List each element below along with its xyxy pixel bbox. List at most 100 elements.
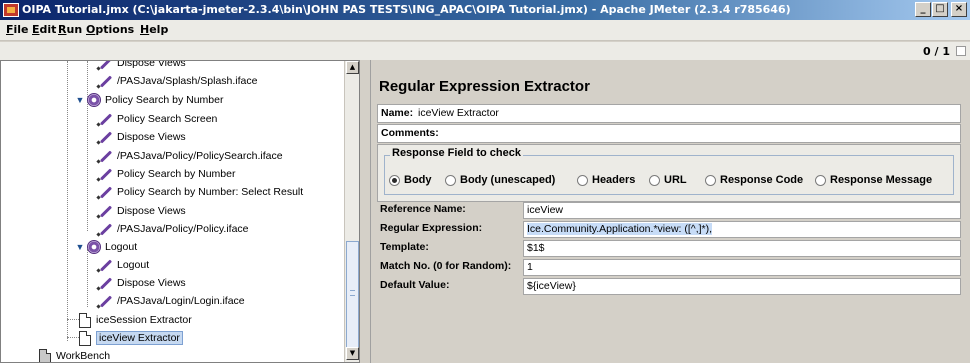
comments-field-row: Comments: [377, 124, 961, 143]
tree-item[interactable]: Dispose Views [97, 202, 186, 220]
tree-item[interactable]: Policy Search Screen [97, 110, 217, 128]
name-field-row: Name: iceView Extractor [377, 104, 961, 123]
editor-title: Regular Expression Extractor [379, 78, 590, 95]
test-plan-tree[interactable]: Dispose Views /PASJava/Splash/Splash.ifa… [0, 60, 360, 363]
tree-item[interactable]: Dispose Views [97, 128, 186, 146]
tree-item-label: Policy Search by Number: Select Result [117, 186, 304, 198]
collapse-toggle-icon[interactable]: ▼ [75, 242, 85, 252]
jmeter-app-icon [3, 3, 19, 17]
regex-selected-text: Ice.Community.Application.*view: ([^,]*)… [527, 223, 713, 235]
default-value-input[interactable]: ${iceView} [523, 278, 961, 295]
radio-selected-icon [389, 174, 400, 186]
menu-help[interactable]: Help [140, 23, 168, 36]
template-input[interactable]: $1$ [523, 240, 961, 257]
sampler-icon [97, 112, 113, 126]
name-input[interactable]: iceView Extractor [418, 107, 499, 119]
tree-item-label: /PASJava/Login/Login.iface [117, 295, 245, 307]
sampler-icon [97, 276, 113, 290]
sampler-icon [97, 74, 113, 88]
template-label: Template: [380, 241, 429, 253]
tree-item-label: Dispose Views [117, 277, 186, 289]
tree-item-label: Logout [105, 241, 138, 253]
regex-input[interactable]: Ice.Community.Application.*view: ([^,]*)… [523, 221, 961, 238]
menu-run[interactable]: Run [58, 23, 82, 36]
menu-file[interactable]: File [6, 23, 29, 36]
comments-label: Comments: [381, 127, 439, 139]
tree-item-selected[interactable]: iceView Extractor [79, 329, 183, 347]
tree-item-label: /PASJava/Policy/PolicySearch.iface [117, 150, 283, 162]
window-title: OIPA Tutorial.jmx (C:\jakarta-jmeter-2.3… [22, 3, 791, 16]
match-number-label: Match No. (0 for Random): [380, 260, 512, 272]
sampler-icon [97, 204, 113, 218]
scroll-up-icon[interactable]: ▲ [346, 61, 359, 74]
tree-item-label: /PASJava/Policy/Policy.iface [117, 223, 249, 235]
radio-headers[interactable]: Headers [577, 174, 635, 186]
tree-item[interactable]: Dispose Views [97, 274, 186, 292]
workbench-icon [39, 348, 51, 362]
scrollbar-thumb[interactable] [346, 241, 359, 349]
menu-options[interactable]: Options [86, 23, 134, 36]
reference-name-row: Reference Name: iceView [377, 202, 961, 220]
response-field-group: Response Field to check [377, 144, 961, 202]
tree-item[interactable]: iceSession Extractor [79, 311, 192, 329]
radio-body-unescaped[interactable]: Body (unescaped) [445, 174, 555, 186]
radio-response-code[interactable]: Response Code [705, 174, 803, 186]
extractor-doc-icon [79, 330, 91, 346]
scroll-down-icon[interactable]: ▼ [346, 347, 359, 360]
tree-item-controller[interactable]: ▼ Policy Search by Number [75, 91, 223, 109]
match-number-input[interactable]: 1 [523, 259, 961, 276]
window-titlebar: OIPA Tutorial.jmx (C:\jakarta-jmeter-2.3… [0, 0, 970, 20]
close-button[interactable]: × [951, 2, 967, 17]
sampler-icon [97, 185, 113, 199]
tree-item-controller[interactable]: ▼ Logout [75, 238, 137, 256]
tree-item[interactable]: Logout [97, 256, 149, 274]
radio-unselected-icon [705, 174, 716, 186]
tree-scrollbar[interactable]: ▲ ▼ [344, 61, 359, 362]
sampler-icon [97, 167, 113, 181]
default-value-label: Default Value: [380, 279, 450, 291]
tree-item[interactable]: /PASJava/Splash/Splash.iface [97, 72, 257, 90]
tree-item-label: Policy Search by Number [117, 168, 236, 180]
tree-item[interactable]: Policy Search by Number [97, 165, 235, 183]
status-indicator [956, 46, 966, 56]
tree-item-label: Policy Search Screen [117, 113, 218, 125]
tree-item-label: Logout [117, 259, 150, 271]
regex-label: Regular Expression: [380, 222, 483, 234]
radio-unselected-icon [649, 174, 660, 186]
tree-item-workbench[interactable]: WorkBench [39, 347, 110, 362]
toolbar-strip: 0 / 1 [0, 42, 970, 60]
thread-counter: 0 / 1 [923, 45, 950, 58]
reference-name-input[interactable]: iceView [523, 202, 961, 219]
minimize-button[interactable]: _ [915, 2, 931, 17]
sampler-icon [97, 130, 113, 144]
template-row: Template: $1$ [377, 240, 961, 258]
menu-bar: File Edit Run Options Help [0, 20, 970, 41]
tree-item-label: Dispose Views [117, 205, 186, 217]
tree-item[interactable]: /PASJava/Policy/PolicySearch.iface [97, 147, 283, 165]
tree-item[interactable]: Dispose Views [97, 61, 186, 72]
radio-url[interactable]: URL [649, 174, 687, 186]
tree-item[interactable]: /PASJava/Policy/Policy.iface [97, 220, 249, 238]
radio-response-message[interactable]: Response Message [815, 174, 932, 186]
tree-item-label: iceSession Extractor [96, 314, 192, 326]
match-number-row: Match No. (0 for Random): 1 [377, 259, 961, 277]
response-field-legend: Response Field to check [390, 147, 523, 159]
tree-item[interactable]: /PASJava/Login/Login.iface [97, 292, 245, 310]
tree-item[interactable]: Policy Search by Number: Select Result [97, 183, 303, 201]
tree-item-label: Dispose Views [117, 131, 186, 143]
sampler-icon [97, 61, 113, 70]
controller-gear-icon [87, 240, 101, 254]
radio-body[interactable]: Body [389, 174, 432, 186]
tree-item-label: /PASJava/Splash/Splash.iface [117, 75, 258, 87]
extractor-doc-icon [79, 312, 91, 328]
sampler-icon [97, 294, 113, 308]
regex-row: Regular Expression: Ice.Community.Applic… [377, 221, 961, 239]
controller-gear-icon [87, 93, 101, 107]
radio-unselected-icon [577, 174, 588, 186]
maximize-button[interactable]: □ [932, 2, 948, 17]
collapse-toggle-icon[interactable]: ▼ [75, 95, 85, 105]
reference-name-label: Reference Name: [380, 203, 466, 215]
sampler-icon [97, 258, 113, 272]
menu-edit[interactable]: Edit [32, 23, 56, 36]
default-value-row: Default Value: ${iceView} [377, 278, 961, 296]
